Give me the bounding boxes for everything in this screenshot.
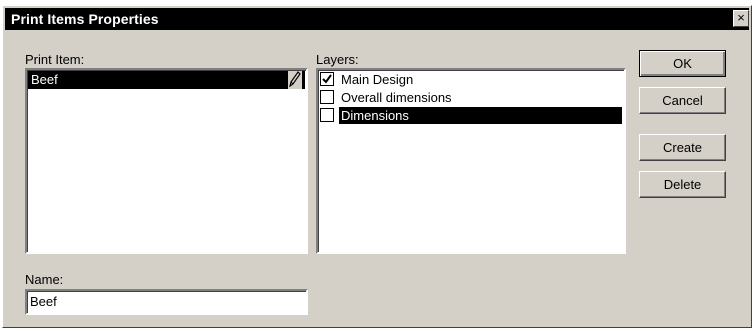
name-field[interactable]: Beef — [25, 289, 308, 315]
name-label: Name: — [25, 272, 64, 287]
ok-button[interactable]: OK — [639, 50, 726, 77]
layer-checkbox-main-design[interactable] — [320, 72, 334, 86]
name-field-value: Beef — [30, 294, 57, 309]
layer-item-dimensions[interactable]: Dimensions — [320, 107, 622, 124]
layer-label: Main Design — [341, 72, 414, 87]
layer-label: Dimensions — [339, 107, 622, 124]
layer-checkbox-overall-dimensions[interactable] — [320, 90, 334, 104]
title-bar[interactable]: Print Items Properties × — [5, 8, 749, 30]
layers-list[interactable]: Main Design Overall dimensions Dimension… — [316, 68, 626, 254]
cancel-button[interactable]: Cancel — [639, 87, 726, 114]
close-button[interactable]: × — [733, 10, 749, 27]
checkmark-icon — [322, 74, 332, 84]
print-item-label: Print Item: — [25, 52, 85, 67]
print-item-row-beef[interactable]: Beef — [28, 71, 305, 89]
layer-label: Overall dimensions — [341, 90, 452, 105]
print-item-list[interactable]: Beef — [25, 68, 308, 254]
dialog-title: Print Items Properties — [11, 11, 159, 27]
layers-label: Layers: — [316, 52, 359, 67]
print-item-row-label: Beef — [31, 72, 58, 87]
pencil-icon-glyph — [289, 71, 301, 88]
print-items-properties-dialog: Print Items Properties × Print Item: Bee… — [2, 5, 752, 328]
pencil-icon[interactable] — [288, 71, 302, 89]
layer-checkbox-dimensions[interactable] — [320, 108, 334, 122]
layer-item-main-design[interactable]: Main Design — [320, 71, 622, 88]
delete-button[interactable]: Delete — [639, 171, 726, 198]
close-icon: × — [737, 10, 745, 25]
layer-item-overall-dimensions[interactable]: Overall dimensions — [320, 89, 622, 106]
create-button[interactable]: Create — [639, 134, 726, 161]
